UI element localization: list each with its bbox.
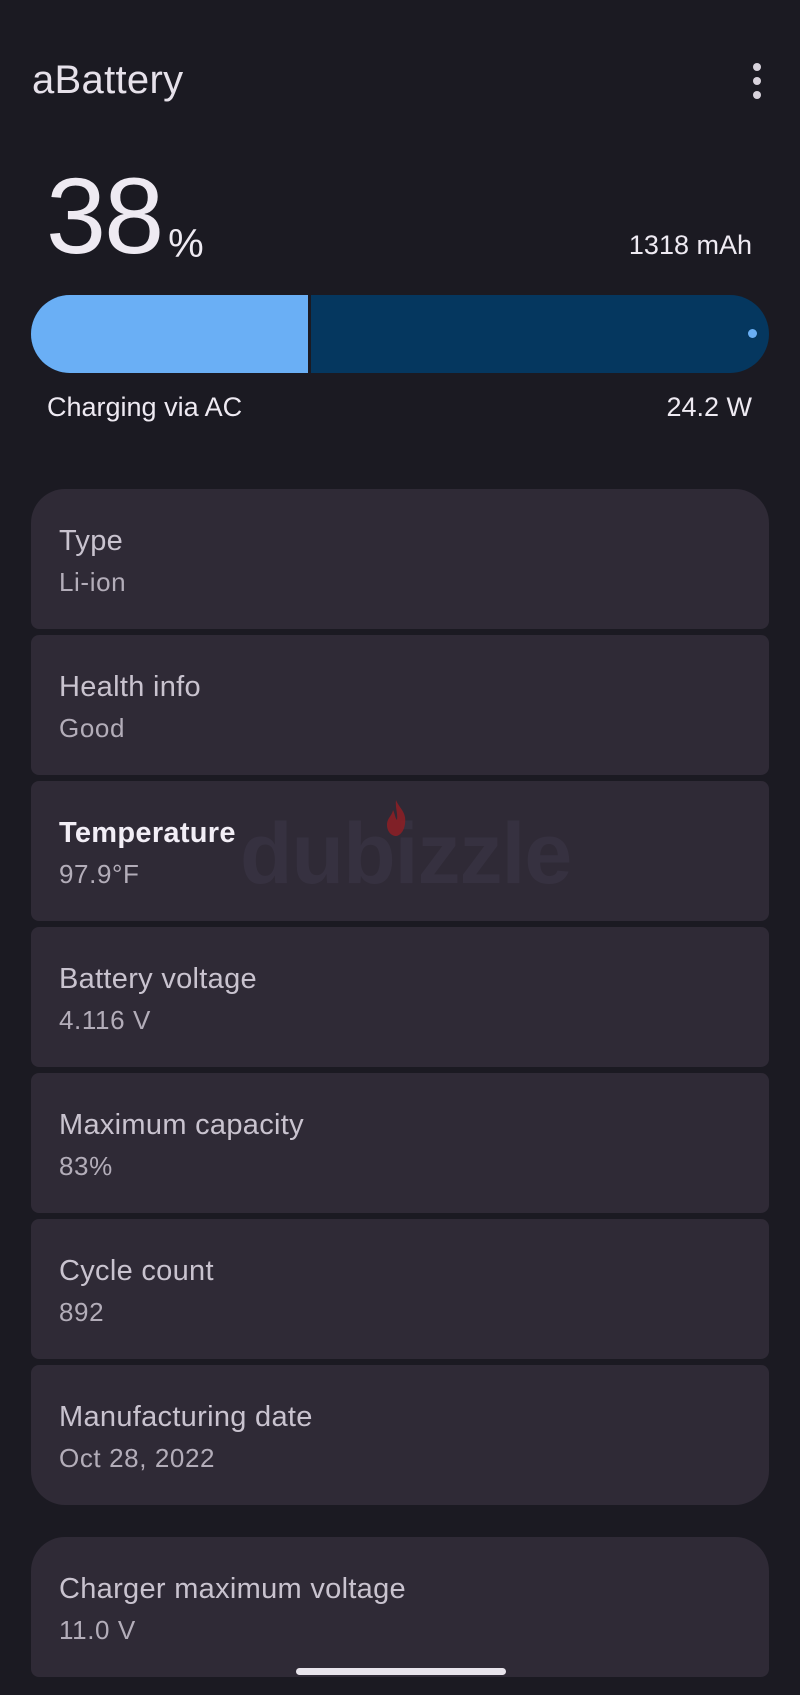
battery-percent-value: 38	[46, 155, 164, 276]
info-card-cycle-count[interactable]: Cycle count 892	[31, 1219, 769, 1359]
card-label: Health info	[59, 671, 201, 703]
card-value: 4.116 V	[59, 1005, 151, 1035]
card-value: 11.0 V	[59, 1615, 136, 1645]
battery-percent-sign: %	[168, 222, 204, 266]
card-label: Temperature	[59, 817, 236, 849]
menu-dot	[753, 91, 761, 99]
battery-capacity: 1318 mAh	[628, 230, 752, 260]
card-value: Good	[59, 713, 126, 743]
app-title: aBattery	[32, 58, 184, 102]
card-label: Type	[59, 525, 124, 557]
menu-dot	[753, 63, 761, 71]
info-card-health[interactable]: Health info Good	[31, 635, 769, 775]
card-label: Cycle count	[59, 1255, 214, 1287]
app-bar: aBattery	[0, 0, 800, 160]
charging-power: 24.2 W	[666, 392, 752, 422]
home-indicator[interactable]	[296, 1668, 506, 1675]
info-card-battery-voltage[interactable]: Battery voltage 4.116 V	[31, 927, 769, 1067]
card-label: Manufacturing date	[59, 1401, 313, 1433]
card-value: 83%	[59, 1151, 113, 1181]
card-value: Oct 28, 2022	[59, 1443, 216, 1473]
info-card-charger-max-voltage[interactable]: Charger maximum voltage 11.0 V	[31, 1537, 769, 1677]
battery-level-fill	[31, 295, 312, 373]
charging-status: Charging via AC	[47, 392, 243, 422]
info-card-maximum-capacity[interactable]: Maximum capacity 83%	[31, 1073, 769, 1213]
more-vert-icon[interactable]	[740, 58, 774, 104]
card-value: 892	[59, 1297, 105, 1327]
info-card-manufacturing-date[interactable]: Manufacturing date Oct 28, 2022	[31, 1365, 769, 1505]
battery-info-list: Type Li-ion Health info Good Temperature…	[31, 489, 769, 1505]
battery-level-bar	[31, 295, 769, 373]
charger-info-list: Charger maximum voltage 11.0 V	[31, 1537, 769, 1677]
battery-bar-end-dot	[748, 329, 757, 338]
battery-percent: 38 %	[46, 160, 204, 270]
card-value: 97.9°F	[59, 859, 140, 889]
info-card-temperature[interactable]: Temperature 97.9°F	[31, 781, 769, 921]
menu-dot	[753, 77, 761, 85]
card-value: Li-ion	[59, 567, 127, 597]
card-label: Battery voltage	[59, 963, 257, 995]
card-label: Maximum capacity	[59, 1109, 304, 1141]
card-label: Charger maximum voltage	[59, 1573, 406, 1605]
info-card-type[interactable]: Type Li-ion	[31, 489, 769, 629]
